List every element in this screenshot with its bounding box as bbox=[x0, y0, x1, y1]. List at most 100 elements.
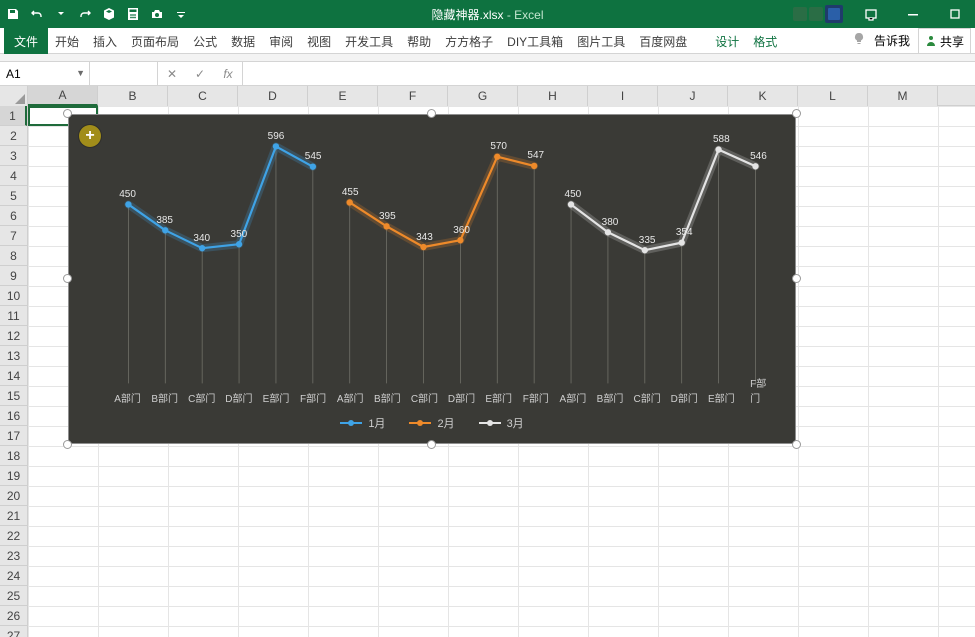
chart-resize-handle[interactable] bbox=[427, 440, 436, 449]
chart-legend[interactable]: 1月 2月 3月 bbox=[69, 415, 795, 431]
undo-icon[interactable] bbox=[28, 5, 46, 23]
row-header-26[interactable]: 26 bbox=[0, 606, 27, 626]
tell-me[interactable]: 告诉我 bbox=[874, 32, 910, 49]
chart-resize-handle[interactable] bbox=[792, 109, 801, 118]
lightbulb-icon[interactable] bbox=[852, 32, 866, 49]
chart-resize-handle[interactable] bbox=[792, 274, 801, 283]
chevron-down-icon[interactable]: ▼ bbox=[76, 68, 85, 78]
formula-bar: A1 ▼ ✕ ✓ fx bbox=[0, 62, 975, 86]
tab-home[interactable]: 开始 bbox=[48, 28, 86, 54]
col-header-I[interactable]: I bbox=[588, 86, 658, 106]
legend-item-1[interactable]: 1月 bbox=[340, 415, 385, 431]
col-header-G[interactable]: G bbox=[448, 86, 518, 106]
row-header-2[interactable]: 2 bbox=[0, 126, 27, 146]
name-box[interactable]: A1 ▼ bbox=[0, 62, 90, 85]
col-header-B[interactable]: B bbox=[98, 86, 168, 106]
tab-data[interactable]: 数据 bbox=[224, 28, 262, 54]
tab-baidu[interactable]: 百度网盘 bbox=[632, 28, 694, 54]
save-icon[interactable] bbox=[4, 5, 22, 23]
row-header-20[interactable]: 20 bbox=[0, 486, 27, 506]
col-header-M[interactable]: M bbox=[868, 86, 938, 106]
row-header-22[interactable]: 22 bbox=[0, 526, 27, 546]
select-all-corner[interactable] bbox=[0, 86, 28, 106]
undo-dropdown-icon[interactable] bbox=[52, 5, 70, 23]
row-header-11[interactable]: 11 bbox=[0, 306, 27, 326]
tab-insert[interactable]: 插入 bbox=[86, 28, 124, 54]
chart-resize-handle[interactable] bbox=[792, 440, 801, 449]
cancel-button[interactable]: ✕ bbox=[158, 62, 186, 86]
row-header-15[interactable]: 15 bbox=[0, 386, 27, 406]
tab-ffgz[interactable]: 方方格子 bbox=[438, 28, 500, 54]
legend-item-3[interactable]: 3月 bbox=[479, 415, 524, 431]
col-header-H[interactable]: H bbox=[518, 86, 588, 106]
x-axis-tick-label: C部门 bbox=[188, 390, 215, 405]
row-header-6[interactable]: 6 bbox=[0, 206, 27, 226]
row-header-12[interactable]: 12 bbox=[0, 326, 27, 346]
tab-review[interactable]: 审阅 bbox=[262, 28, 300, 54]
col-header-L[interactable]: L bbox=[798, 86, 868, 106]
tab-diy[interactable]: DIY工具箱 bbox=[500, 28, 570, 54]
row-header-18[interactable]: 18 bbox=[0, 446, 27, 466]
maximize-button[interactable] bbox=[935, 0, 975, 28]
row-header-21[interactable]: 21 bbox=[0, 506, 27, 526]
chart-resize-handle[interactable] bbox=[63, 440, 72, 449]
tab-file[interactable]: 文件 bbox=[4, 28, 48, 54]
row-header-17[interactable]: 17 bbox=[0, 426, 27, 446]
tab-formulas[interactable]: 公式 bbox=[186, 28, 224, 54]
col-header-D[interactable]: D bbox=[238, 86, 308, 106]
row-header-14[interactable]: 14 bbox=[0, 366, 27, 386]
row-header-3[interactable]: 3 bbox=[0, 146, 27, 166]
calculator-icon[interactable] bbox=[124, 5, 142, 23]
enter-button[interactable]: ✓ bbox=[186, 62, 214, 86]
row-header-10[interactable]: 10 bbox=[0, 286, 27, 306]
row-header-9[interactable]: 9 bbox=[0, 266, 27, 286]
tab-pic[interactable]: 图片工具 bbox=[570, 28, 632, 54]
row-header-1[interactable]: 1 bbox=[0, 106, 27, 126]
cells-area[interactable]: + A部门B部门C部门D部门E部门F部门A部门B部门C部门D部门E部门F部门A部… bbox=[28, 106, 975, 637]
row-header-23[interactable]: 23 bbox=[0, 546, 27, 566]
chart-area[interactable]: + A部门B部门C部门D部门E部门F部门A部门B部门C部门D部门E部门F部门A部… bbox=[68, 114, 796, 444]
fx-button[interactable]: fx bbox=[214, 62, 242, 86]
row-header-16[interactable]: 16 bbox=[0, 406, 27, 426]
chart-resize-handle[interactable] bbox=[63, 109, 72, 118]
row-header-24[interactable]: 24 bbox=[0, 566, 27, 586]
col-header-K[interactable]: K bbox=[728, 86, 798, 106]
tab-view[interactable]: 视图 bbox=[300, 28, 338, 54]
row-header-27[interactable]: 27 bbox=[0, 626, 27, 637]
row-header-19[interactable]: 19 bbox=[0, 466, 27, 486]
col-header-E[interactable]: E bbox=[308, 86, 378, 106]
chart-object[interactable]: + A部门B部门C部门D部门E部门F部门A部门B部门C部门D部门E部门F部门A部… bbox=[68, 114, 796, 444]
row-header-7[interactable]: 7 bbox=[0, 226, 27, 246]
cube-icon[interactable] bbox=[100, 5, 118, 23]
col-header-C[interactable]: C bbox=[168, 86, 238, 106]
row-header-4[interactable]: 4 bbox=[0, 166, 27, 186]
minimize-button[interactable] bbox=[893, 0, 933, 28]
tab-chart-design[interactable]: 设计 bbox=[708, 28, 746, 54]
row-header-8[interactable]: 8 bbox=[0, 246, 27, 266]
chart-resize-handle[interactable] bbox=[427, 109, 436, 118]
col-header-F[interactable]: F bbox=[378, 86, 448, 106]
redo-icon[interactable] bbox=[76, 5, 94, 23]
tab-help[interactable]: 帮助 bbox=[400, 28, 438, 54]
legend-swatch-icon bbox=[340, 422, 362, 424]
row-header-25[interactable]: 25 bbox=[0, 586, 27, 606]
tab-developer[interactable]: 开发工具 bbox=[338, 28, 400, 54]
qat-customize-icon[interactable] bbox=[172, 5, 190, 23]
data-label: 547 bbox=[527, 150, 544, 161]
tab-chart-format[interactable]: 格式 bbox=[746, 28, 784, 54]
col-header-A[interactable]: A bbox=[28, 86, 98, 106]
tab-page-layout[interactable]: 页面布局 bbox=[124, 28, 186, 54]
formula-input[interactable] bbox=[243, 62, 975, 85]
col-header-J[interactable]: J bbox=[658, 86, 728, 106]
legend-item-2[interactable]: 2月 bbox=[409, 415, 454, 431]
camera-icon[interactable] bbox=[148, 5, 166, 23]
presence[interactable] bbox=[793, 5, 849, 23]
chart-resize-handle[interactable] bbox=[63, 274, 72, 283]
legend-swatch-icon bbox=[479, 422, 501, 424]
ribbon-display-options-button[interactable] bbox=[851, 0, 891, 28]
name-box-value: A1 bbox=[6, 67, 21, 81]
share-button[interactable]: 共享 bbox=[918, 28, 971, 53]
row-header-5[interactable]: 5 bbox=[0, 186, 27, 206]
file-name: 隐藏神器.xlsx bbox=[431, 8, 503, 22]
row-header-13[interactable]: 13 bbox=[0, 346, 27, 366]
